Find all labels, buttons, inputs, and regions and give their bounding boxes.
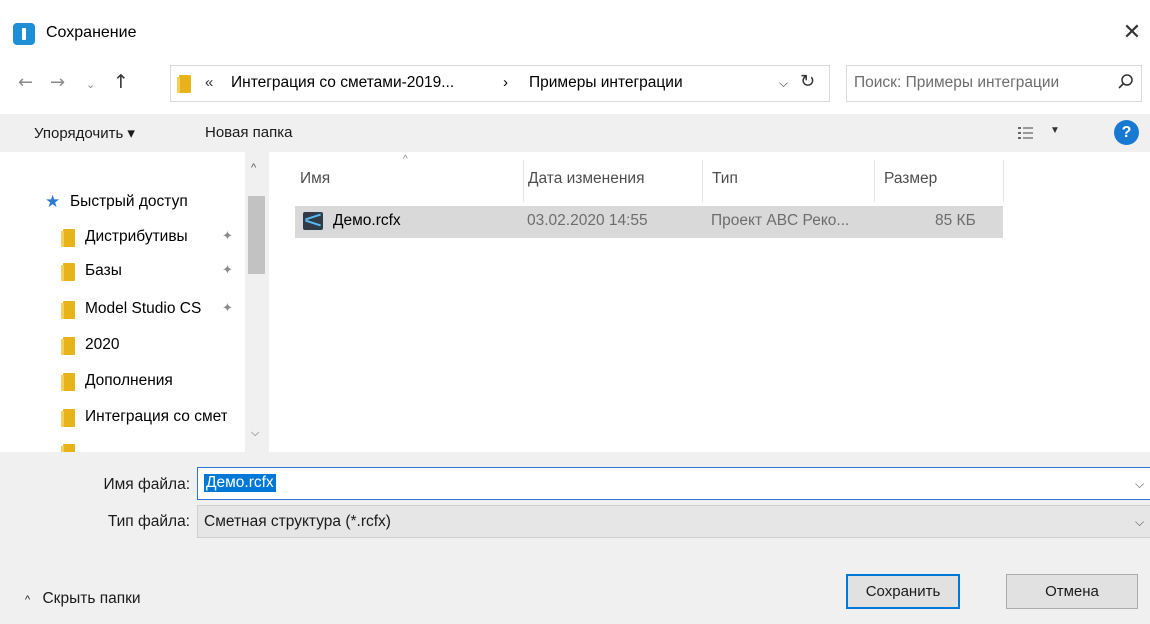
column-divider[interactable] [702, 160, 703, 202]
file-list: ^ Имя Дата изменения Тип Размер Демо.rcf… [270, 152, 1150, 452]
sidebar-item-model-studio[interactable]: Model Studio CS ✦ [0, 293, 245, 327]
column-divider[interactable] [1003, 160, 1004, 202]
sidebar-item-distributives[interactable]: Дистрибутивы ✦ [0, 221, 245, 255]
sidebar-item-label: Интеграция со сметами [85, 408, 227, 425]
filetype-label: Тип файла: [107, 513, 190, 530]
pin-icon: ✦ [222, 262, 233, 277]
folder-icon [61, 409, 75, 427]
view-options-button[interactable]: ▼ [1018, 124, 1062, 142]
sidebar-item-label: Дистрибутивы [85, 228, 188, 245]
filetype-value: Сметная структура (*.rcfx) [204, 513, 391, 530]
folder-icon [177, 75, 191, 93]
sidebar-item-label: 2020 [85, 336, 120, 353]
up-button[interactable]: ↑ [113, 71, 129, 93]
command-bar: Упорядочить ▾ Новая папка ▼ ? [0, 114, 1150, 152]
title-bar: Сохранение ✕ [0, 0, 1150, 50]
hide-folders-label: Скрыть папки [42, 590, 141, 607]
file-name: Демо.rcfx [333, 212, 401, 229]
recent-locations-button[interactable]: ⌄ [86, 78, 95, 91]
sidebar-item-quick-access[interactable]: ★ Быстрый доступ [0, 186, 245, 220]
file-row[interactable]: Демо.rcfx 03.02.2020 14:55 Проект ABC Ре… [295, 206, 1003, 238]
folder-icon [61, 337, 75, 355]
column-divider[interactable] [874, 160, 875, 202]
sidebar-item-label: Быстрый доступ [70, 193, 188, 210]
scroll-up-button[interactable]: ^ [251, 162, 256, 174]
folder-icon [61, 444, 75, 452]
file-type: Проект ABC Реко... [711, 212, 850, 229]
filename-value: Демо.rcfx [204, 474, 276, 492]
chevron-down-icon: ▼ [1050, 125, 1060, 136]
forward-button[interactable]: → [50, 72, 65, 93]
cancel-button[interactable]: Отмена [1006, 574, 1138, 609]
refresh-button[interactable]: ↻ [800, 71, 815, 92]
column-divider[interactable] [523, 160, 524, 202]
folder-icon [61, 263, 75, 281]
column-header-name[interactable]: Имя [300, 170, 330, 188]
filetype-select[interactable]: Сметная структура (*.rcfx) ⌵ [197, 505, 1150, 538]
filename-input[interactable]: Демо.rcfx ⌵ [197, 467, 1150, 500]
details-view-icon [1018, 127, 1033, 139]
column-header-date[interactable]: Дата изменения [528, 170, 644, 188]
star-icon: ★ [45, 192, 61, 211]
sidebar-item-label: Model Studio CS [85, 300, 202, 317]
folder-icon [61, 229, 75, 247]
hide-folders-button[interactable]: ^ Скрыть папки [25, 590, 141, 608]
chevron-up-icon: ^ [25, 594, 31, 606]
sidebar-item-2020[interactable]: 2020 [0, 329, 245, 363]
save-button[interactable]: Сохранить [846, 574, 960, 609]
breadcrumb-item[interactable]: Примеры интеграции [529, 74, 683, 92]
pin-icon: ✦ [222, 228, 233, 243]
filename-dropdown-button[interactable]: ⌵ [1135, 477, 1144, 492]
save-options-panel: Имя файла: Демо.rcfx ⌵ Тип файла: Сметна… [0, 452, 1150, 624]
breadcrumb-item[interactable]: Интеграция со сметами-2019... [231, 74, 454, 92]
breadcrumb-separator[interactable]: › [503, 74, 508, 91]
filename-label: Имя файла: [103, 476, 191, 493]
sidebar-item-label: Базы [85, 262, 122, 279]
sort-ascending-icon: ^ [403, 154, 408, 165]
window-title: Сохранение [46, 24, 137, 41]
breadcrumb-overflow-button[interactable]: « [205, 74, 213, 91]
sidebar-item-databases[interactable]: Базы ✦ [0, 255, 245, 289]
address-dropdown-button[interactable]: ⌵ [779, 76, 788, 91]
file-size: 85 КБ [935, 212, 976, 229]
rcfx-file-icon [303, 212, 323, 230]
app-icon [13, 23, 35, 45]
organize-button[interactable]: Упорядочить ▾ [34, 124, 135, 142]
column-header-type[interactable]: Тип [712, 170, 738, 188]
navigation-pane: ★ Быстрый доступ Дистрибутивы ✦ Базы ✦ M… [0, 152, 270, 452]
new-folder-button[interactable]: Новая папка [205, 124, 292, 141]
sidebar-scrollbar[interactable]: ^ ⌵ [245, 152, 269, 452]
search-input[interactable]: Поиск: Примеры интеграции [846, 65, 1142, 102]
sidebar-item-partial[interactable] [0, 436, 245, 452]
sidebar-item-label: Дополнения [85, 372, 173, 389]
scroll-down-button[interactable]: ⌵ [251, 427, 259, 440]
column-header-size[interactable]: Размер [884, 170, 937, 188]
folder-icon [61, 373, 75, 391]
sidebar-item-integration[interactable]: Интеграция со сметами [0, 401, 245, 435]
help-button[interactable]: ? [1114, 120, 1139, 145]
address-bar[interactable]: « Интеграция со сметами-2019... › Пример… [170, 65, 830, 102]
close-button[interactable]: ✕ [1114, 18, 1150, 48]
scrollbar-thumb[interactable] [248, 196, 265, 274]
file-date: 03.02.2020 14:55 [527, 212, 648, 229]
back-button[interactable]: ← [18, 72, 33, 93]
filetype-dropdown-button[interactable]: ⌵ [1135, 515, 1144, 530]
folder-icon [61, 301, 75, 319]
search-icon[interactable] [1117, 72, 1135, 94]
pin-icon: ✦ [222, 300, 233, 315]
search-placeholder: Поиск: Примеры интеграции [854, 74, 1060, 91]
sidebar-item-additions[interactable]: Дополнения [0, 365, 245, 399]
